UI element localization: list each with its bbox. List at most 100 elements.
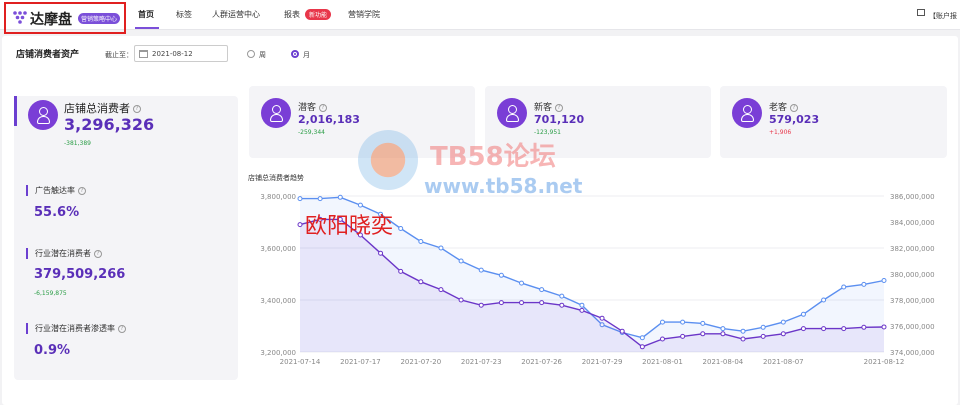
data-point	[720, 326, 726, 332]
data-point	[378, 250, 384, 256]
data-point	[519, 280, 525, 286]
data-point	[599, 315, 605, 321]
data-point	[458, 297, 464, 303]
date-value: 2021-08-12	[152, 50, 193, 58]
data-point	[680, 319, 686, 325]
radio-week[interactable]	[247, 50, 255, 58]
watermark-url: www.tb58.net	[424, 174, 583, 198]
data-point	[478, 267, 484, 273]
data-point	[800, 311, 806, 317]
nav-tags[interactable]: 标签	[176, 9, 192, 20]
data-point	[700, 320, 706, 326]
data-point	[398, 268, 404, 274]
nav-academy[interactable]: 营销学院	[348, 9, 380, 20]
data-point	[760, 333, 766, 339]
y-left-tick-label: 3,800,000	[260, 193, 296, 201]
new-customers-label: 新客?	[534, 100, 564, 113]
penetration-value: 0.9%	[34, 343, 71, 358]
returning-customers-value: 579,023	[769, 113, 820, 126]
user-avatar-icon	[261, 98, 291, 128]
data-point	[861, 281, 867, 287]
data-point	[720, 331, 726, 337]
penetration-label: 行业潜在消费者渗透率?	[35, 323, 126, 334]
user-avatar-icon	[497, 98, 527, 128]
data-point	[740, 328, 746, 334]
card-accent-bar	[14, 96, 17, 126]
y-right-tick-label: 378,000,000	[890, 297, 935, 305]
data-point	[438, 245, 444, 251]
data-point	[498, 272, 504, 278]
data-point	[800, 326, 806, 332]
new-customers-value: 701,120	[534, 113, 585, 126]
data-point	[337, 194, 343, 200]
watermark-logo-icon	[358, 130, 418, 190]
user-avatar-icon	[28, 100, 58, 130]
watermark-title: TB58论坛	[430, 142, 556, 172]
y-right-tick-label: 382,000,000	[890, 245, 935, 253]
nav-reports[interactable]: 报表	[284, 9, 300, 20]
x-tick-label: 2021-07-14	[280, 358, 321, 366]
penetration-accent	[26, 323, 28, 334]
data-point	[458, 258, 464, 264]
data-point	[579, 307, 585, 313]
data-point	[418, 239, 424, 244]
total-consumers-label: 店铺总消费者?	[64, 100, 141, 116]
logo-text: 达摩盘	[30, 12, 72, 28]
x-tick-label: 2021-07-29	[582, 358, 623, 366]
top-navigation-bar: 达摩盘 营销策略中心 首页 标签 人群运营中心 报表 新功能 营销学院 【账户报	[0, 0, 960, 34]
data-point	[861, 324, 867, 330]
user-avatar-icon	[732, 98, 762, 128]
nav-audience-center[interactable]: 人群运营中心	[212, 9, 260, 20]
data-point	[841, 326, 847, 332]
data-point	[881, 324, 887, 330]
date-picker[interactable]: 2021-08-12	[134, 45, 228, 62]
help-icon[interactable]: ?	[133, 105, 141, 113]
calendar-icon	[139, 50, 148, 58]
data-point	[780, 331, 786, 337]
y-right-tick-label: 384,000,000	[890, 219, 935, 227]
data-point	[760, 324, 766, 330]
x-tick-label: 2021-08-04	[703, 358, 744, 366]
radio-month[interactable]	[291, 50, 299, 58]
ad-reach-label: 广告触达率?	[35, 185, 86, 196]
help-icon[interactable]: ?	[790, 103, 799, 112]
ad-reach-value: 55.6%	[34, 205, 80, 220]
data-point	[357, 202, 363, 208]
x-tick-label: 2021-07-26	[521, 358, 562, 366]
nav-home[interactable]: 首页	[138, 9, 154, 20]
y-left-tick-label: 3,200,000	[260, 349, 296, 357]
help-icon[interactable]: ?	[319, 103, 328, 112]
mail-icon[interactable]	[917, 9, 925, 16]
data-point	[559, 302, 565, 308]
logo-highlight-box[interactable]: 达摩盘 营销策略中心	[4, 2, 126, 34]
potential-customers-label: 潜客?	[298, 100, 328, 113]
data-point	[821, 297, 827, 303]
nav-new-badge: 新功能	[305, 9, 332, 20]
industry-potential-label: 行业潜在消费者?	[35, 248, 102, 259]
data-point	[398, 226, 404, 231]
help-icon[interactable]: ?	[555, 103, 564, 112]
data-point	[418, 279, 424, 285]
account-menu[interactable]: 【账户报	[929, 11, 957, 21]
date-label: 截止至：	[105, 51, 133, 59]
new-customers-delta: -123,951	[534, 129, 561, 136]
help-icon[interactable]: ?	[118, 324, 126, 333]
returning-customers-card: 老客? 579,023 +1,906	[720, 86, 947, 158]
logo-badge: 营销策略中心	[78, 13, 121, 24]
data-point	[539, 300, 545, 306]
returning-customers-label: 老客?	[769, 100, 799, 113]
total-consumers-card: 店铺总消费者? 3,296,326 -381,389 广告触达率? 55.6% …	[14, 96, 238, 380]
data-point	[559, 293, 565, 299]
data-point	[519, 300, 525, 306]
help-icon[interactable]: ?	[78, 186, 86, 195]
help-icon[interactable]: ?	[94, 249, 102, 258]
data-point	[498, 300, 504, 306]
y-right-tick-label: 386,000,000	[890, 193, 935, 201]
potential-customers-value: 2,016,183	[298, 113, 360, 126]
data-point	[619, 328, 625, 334]
data-point	[438, 287, 444, 293]
data-point	[539, 287, 545, 293]
data-point	[821, 326, 827, 332]
data-point	[297, 222, 303, 228]
watermark-name: 欧阳晓奕	[305, 214, 394, 239]
